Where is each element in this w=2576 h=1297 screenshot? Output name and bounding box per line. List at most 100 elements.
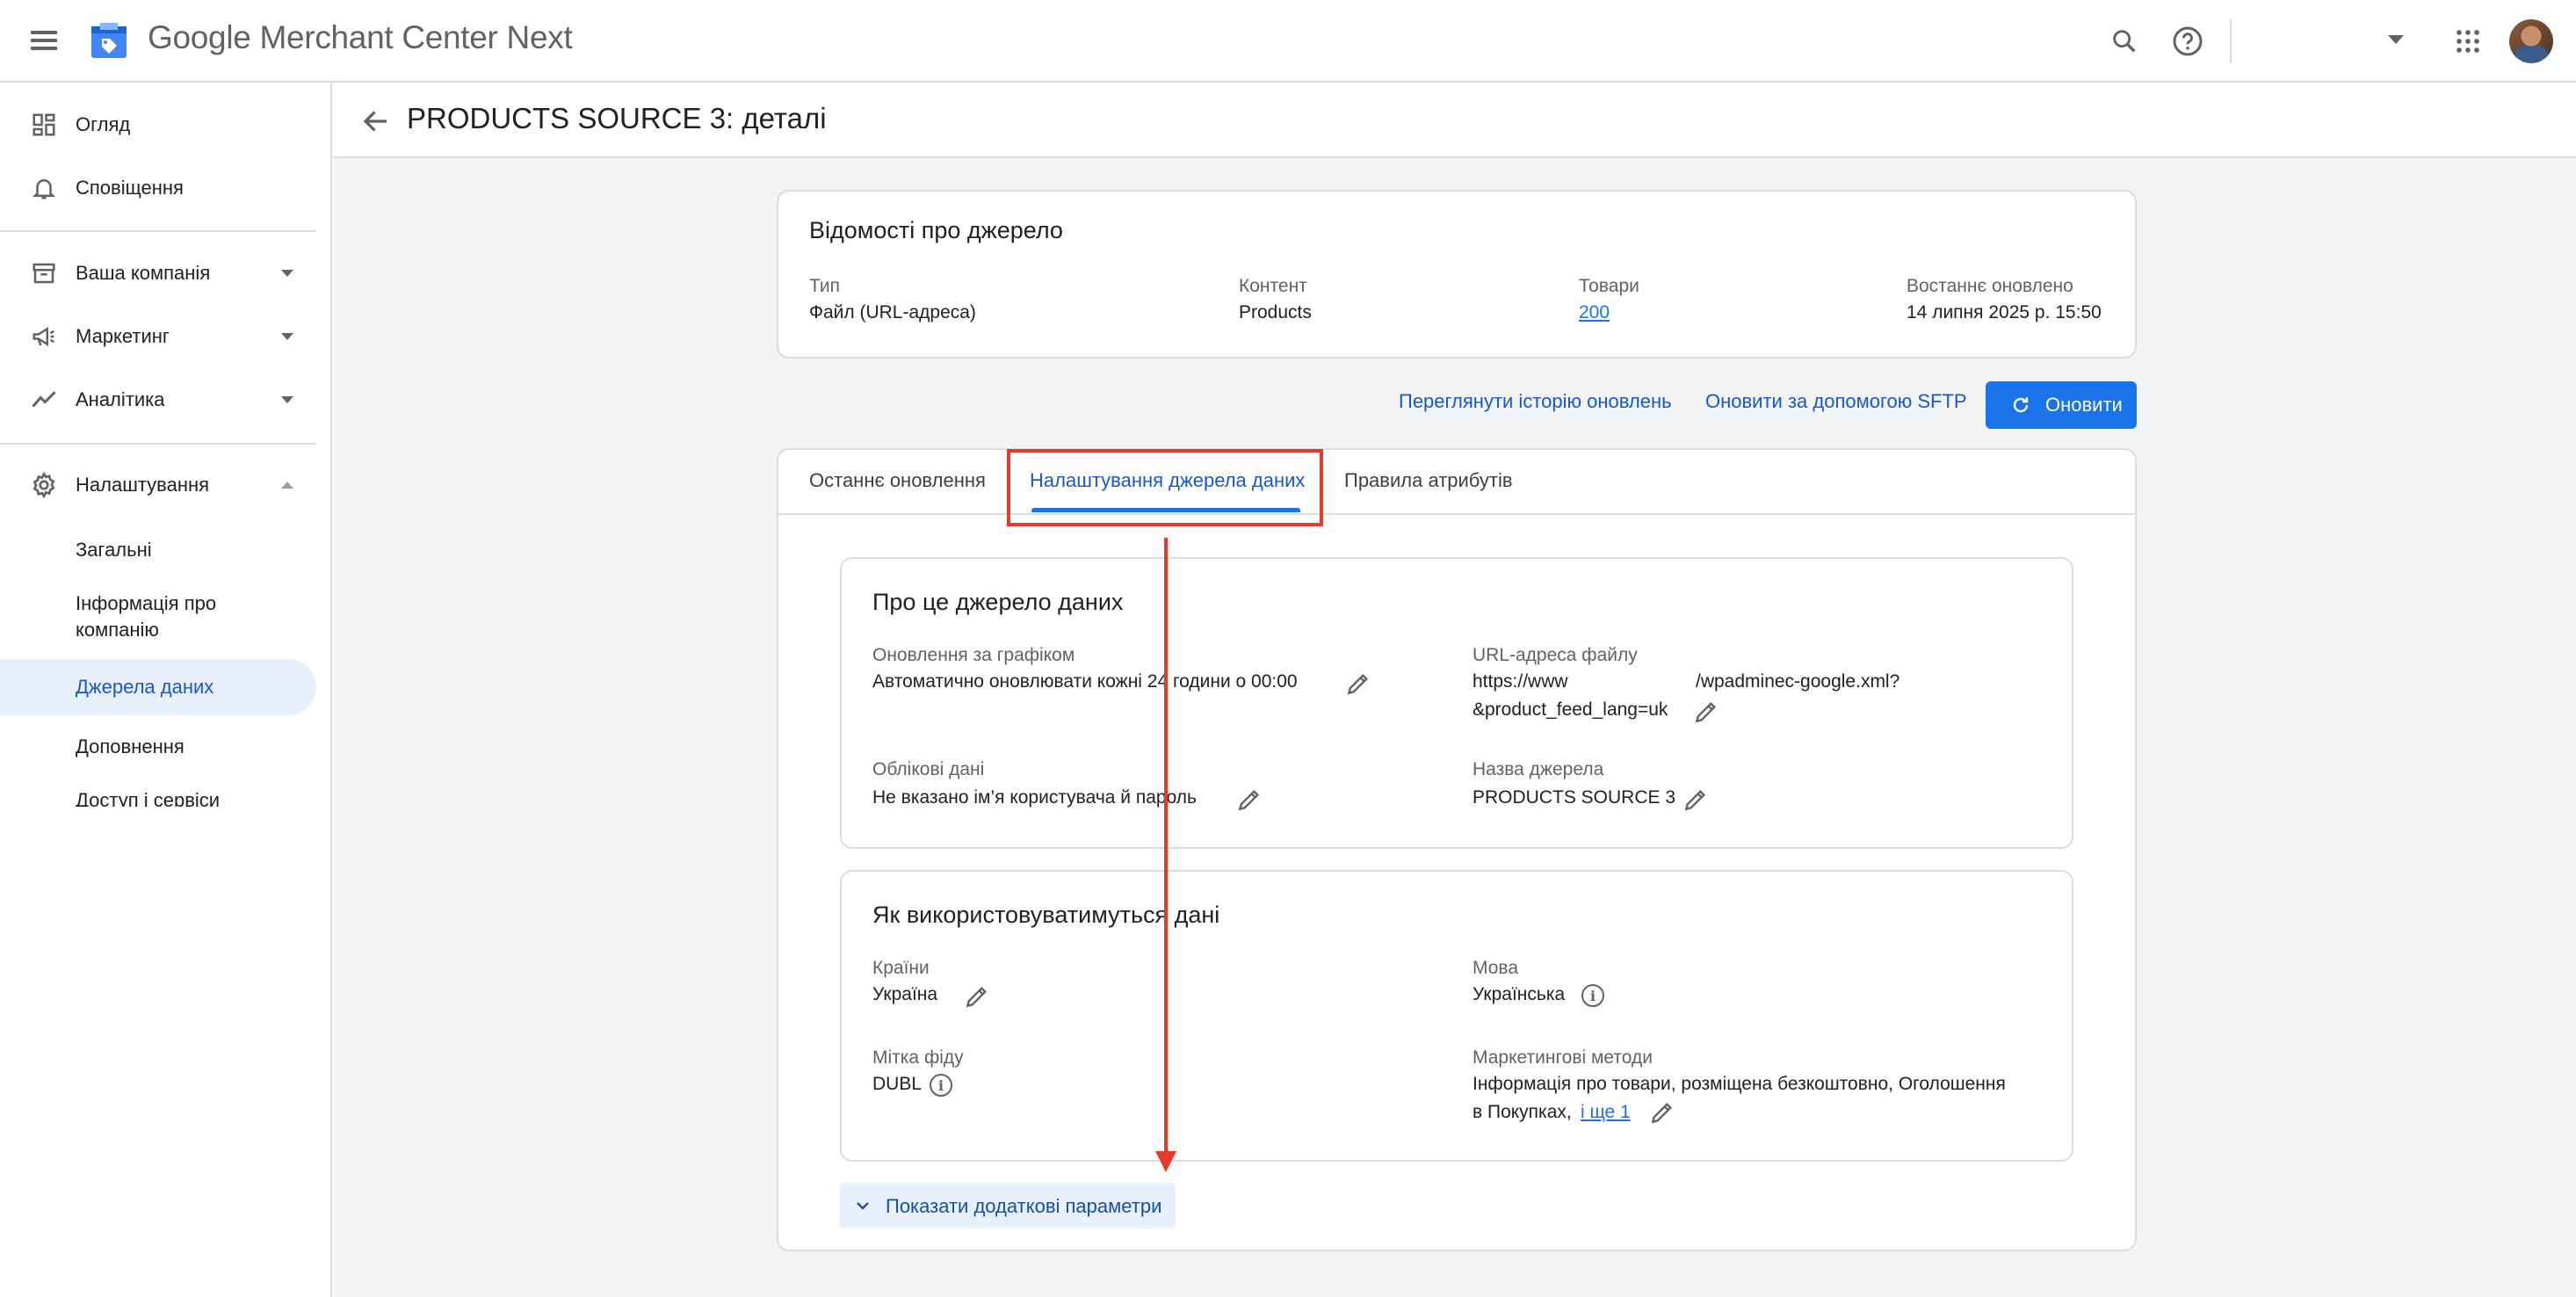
credentials-label: Облікові дані [872, 759, 985, 779]
show-additional-settings-button[interactable]: Показати додаткові параметри [840, 1183, 1176, 1228]
edit-credentials-pencil-icon[interactable] [1235, 786, 1263, 814]
file-url-value-start: https://www [1473, 671, 1568, 692]
help-icon[interactable] [2167, 21, 2208, 62]
sidebar-subitem-label: Доповнення [76, 735, 185, 757]
type-label: Тип [809, 276, 841, 296]
user-avatar[interactable] [2509, 19, 2553, 63]
account-switcher-dropdown-icon[interactable] [2388, 35, 2404, 44]
search-icon[interactable] [2104, 21, 2145, 62]
content-value: Products [1239, 302, 1312, 322]
chevron-up-icon [281, 482, 293, 489]
sidebar-subitem-general[interactable]: Загальні [0, 531, 316, 569]
sidebar-item-label: Аналітика [76, 388, 165, 410]
tab-attribute-rules[interactable]: Правила атрибутів [1344, 469, 1513, 492]
source-info-title: Відомості про джерело [809, 217, 1063, 243]
sidebar-item-notifications[interactable]: Сповіщення [0, 160, 316, 216]
last-updated-label: Востаннє оновлено [1907, 276, 2073, 296]
sidebar-item-business[interactable]: Ваша компанія [0, 245, 316, 301]
sidebar-subitem-data-sources[interactable]: Джерела даних [0, 659, 316, 715]
sidebar-divider [0, 230, 316, 232]
update-button-label: Оновити [2045, 394, 2123, 416]
bell-icon [28, 172, 60, 204]
brand-google: Google [148, 19, 251, 55]
annotation-highlight-box [1007, 449, 1323, 526]
sidebar-item-settings[interactable]: Налаштування [0, 457, 316, 513]
countries-label: Країни [872, 958, 930, 978]
feed-label-info-icon[interactable]: i [930, 1074, 952, 1097]
topbar-divider [2230, 19, 2232, 63]
type-value: Файл (URL-адреса) [809, 302, 976, 322]
language-label: Мова [1473, 958, 1519, 978]
chevron-down-icon [281, 396, 293, 403]
last-updated-value: 14 липня 2025 р. 15:50 [1907, 302, 2102, 322]
file-url-label: URL-адреса файлу [1473, 645, 1638, 665]
chevron-down-icon [281, 270, 293, 277]
update-via-sftp-link[interactable]: Оновити за допомогою SFTP [1705, 390, 1967, 413]
sidebar-item-overview[interactable]: Огляд [0, 97, 316, 153]
gear-icon [28, 469, 60, 501]
about-source-title: Про це джерело даних [872, 589, 1124, 615]
language-info-icon[interactable]: i [1581, 984, 1604, 1007]
marketing-methods-label: Маркетингові методи [1473, 1047, 1653, 1068]
feed-label-value: DUBL [872, 1074, 923, 1094]
chevron-down-icon [857, 1202, 869, 1210]
edit-marketing-methods-pencil-icon[interactable] [1648, 1098, 1676, 1127]
content-label: Контент [1239, 276, 1307, 296]
sidebar-item-label: Огляд [76, 113, 131, 135]
sidebar-item-label: Ваша компанія [76, 262, 211, 284]
marketing-methods-value-line2: в Покупках, [1473, 1102, 1572, 1122]
show-additional-settings-label: Показати додаткові параметри [886, 1195, 1162, 1217]
language-value: Українська [1473, 984, 1566, 1004]
tab-last-update[interactable]: Останнє оновлення [809, 469, 986, 492]
source-name-label: Назва джерела [1473, 759, 1604, 779]
edit-schedule-pencil-icon[interactable] [1344, 670, 1372, 698]
megaphone-icon [28, 321, 60, 352]
source-info-card [777, 190, 2137, 359]
sidebar-subitem-label: Джерела даних [76, 676, 214, 698]
back-arrow-icon[interactable] [360, 105, 392, 137]
annotation-arrow-line [1164, 538, 1168, 1162]
feed-label-label: Мітка фіду [872, 1047, 964, 1068]
products-label: Товари [1579, 276, 1639, 296]
sidebar-item-label: Налаштування [76, 474, 210, 496]
products-count-link[interactable]: 200 [1579, 299, 1610, 327]
data-usage-title: Як використовуватимуться дані [872, 902, 1220, 928]
trending-icon [28, 384, 60, 416]
sidebar-item-label: Сповіщення [76, 177, 184, 199]
marketing-methods-value-line1: Інформація про товари, розміщена безкошт… [1473, 1074, 2006, 1094]
sidebar-subitem-access-services[interactable]: Доступ і сервіси [0, 782, 316, 807]
dashboard-icon [28, 109, 60, 141]
schedule-value: Автоматично оновлювати кожні 24 години о… [872, 671, 1298, 692]
tabbar-divider [777, 513, 2137, 515]
file-url-value-end: /wpadminec-google.xml? [1696, 671, 1900, 692]
sidebar-item-label: Маркетинг [76, 325, 170, 347]
merchant-center-logo-icon [91, 23, 127, 58]
store-icon [28, 257, 60, 289]
apps-grid-icon[interactable] [2448, 21, 2488, 62]
schedule-label: Оновлення за графіком [872, 645, 1075, 665]
sidebar-subitem-add-ons[interactable]: Доповнення [0, 728, 316, 766]
app-brand: Google Merchant Center Next [148, 19, 573, 56]
sidebar-subitem-business-info[interactable]: Інформація про компанію [0, 587, 316, 648]
sidebar-divider [0, 443, 316, 445]
page-title: PRODUCTS SOURCE 3: деталі [407, 102, 827, 134]
annotation-arrow-head [1155, 1151, 1176, 1172]
edit-source-name-pencil-icon[interactable] [1682, 786, 1710, 814]
edit-url-pencil-icon[interactable] [1692, 698, 1720, 726]
sidebar-subitem-label: Інформація про компанію [76, 592, 217, 641]
source-name-value: PRODUCTS SOURCE 3 [1473, 787, 1676, 808]
refresh-icon [2013, 397, 2029, 413]
edit-countries-pencil-icon[interactable] [963, 982, 991, 1011]
sidebar-subitem-label: Доступ і сервіси [76, 789, 221, 807]
chevron-down-icon [281, 333, 293, 340]
view-update-history-link[interactable]: Переглянути історію оновлень [1399, 390, 1672, 413]
main-menu-icon[interactable] [28, 26, 60, 56]
countries-value: Україна [872, 984, 938, 1004]
file-url-value-line2: &product_feed_lang=uk [1473, 699, 1668, 720]
sidebar-item-analytics[interactable]: Аналітика [0, 372, 316, 428]
marketing-methods-more-link[interactable]: і ще 1 [1581, 1098, 1631, 1127]
sidebar-item-marketing[interactable]: Маркетинг [0, 308, 316, 365]
update-button[interactable]: Оновити [1986, 381, 2137, 429]
sidebar-subitem-label: Загальні [76, 539, 152, 561]
credentials-value: Не вказано ім’я користувача й пароль [872, 787, 1197, 808]
